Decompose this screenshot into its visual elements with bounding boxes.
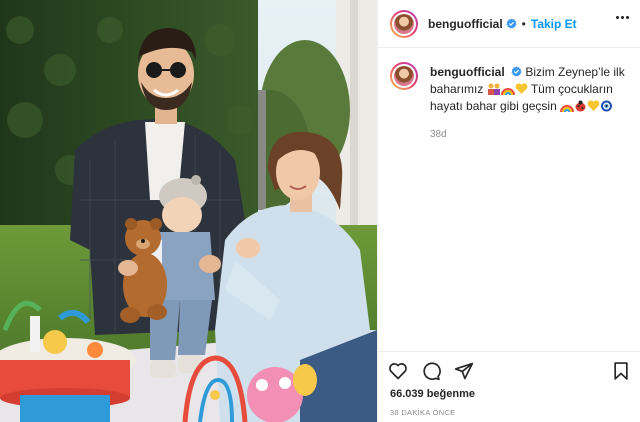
avatar-ring (392, 11, 416, 36)
caption-username[interactable]: benguofficial (430, 65, 505, 79)
caption-avatar[interactable] (390, 62, 418, 90)
more-dot (621, 16, 624, 19)
more-dot (616, 16, 619, 19)
avatar[interactable] (390, 9, 418, 38)
evil-eye-emoji-icon (601, 100, 613, 112)
post-header: benguofficial • Takip Et (378, 0, 640, 48)
header-username[interactable]: benguofficial (428, 17, 503, 31)
post-photo[interactable] (0, 0, 377, 422)
post-photo-illustration (0, 0, 377, 422)
post-side-panel: benguofficial • Takip Et benguofficial B… (377, 0, 640, 422)
more-options-icon[interactable] (616, 16, 629, 19)
ladybug-emoji-icon (575, 100, 586, 112)
likes-count[interactable]: 66.039 beğenme (390, 388, 475, 400)
follow-button[interactable]: Takip Et (531, 17, 577, 31)
share-icon[interactable] (454, 361, 474, 381)
post-caption: benguofficial Bizim Zeynep’le ilk baharı… (390, 62, 630, 143)
action-icons (388, 361, 474, 381)
family-emoji-icon (487, 83, 500, 95)
yellow-heart-emoji-icon (587, 100, 600, 111)
posted-time: 38 DAKİKA ÖNCE (390, 408, 456, 417)
verified-badge-icon (506, 18, 517, 29)
more-dot (626, 16, 629, 19)
caption-time-ago: 38d (430, 129, 447, 140)
avatar-image (394, 13, 414, 34)
caption-avatar-ring (392, 64, 416, 88)
post-actions: 66.039 beğenme 38 DAKİKA ÖNCE (378, 351, 640, 422)
caption-body: benguofficial Bizim Zeynep’le ilk baharı… (430, 64, 626, 143)
yellow-heart-emoji-icon (515, 83, 528, 94)
rainbow-emoji-icon (500, 88, 515, 95)
verified-badge-icon (511, 66, 522, 77)
rainbow-emoji-icon (560, 105, 575, 112)
instagram-post: benguofficial • Takip Et benguofficial B… (0, 0, 640, 422)
heart-icon[interactable] (388, 361, 408, 381)
caption-avatar-image (394, 66, 414, 86)
comment-icon[interactable] (421, 361, 441, 381)
bookmark-icon[interactable] (611, 361, 631, 381)
header-separator: • (521, 16, 526, 31)
